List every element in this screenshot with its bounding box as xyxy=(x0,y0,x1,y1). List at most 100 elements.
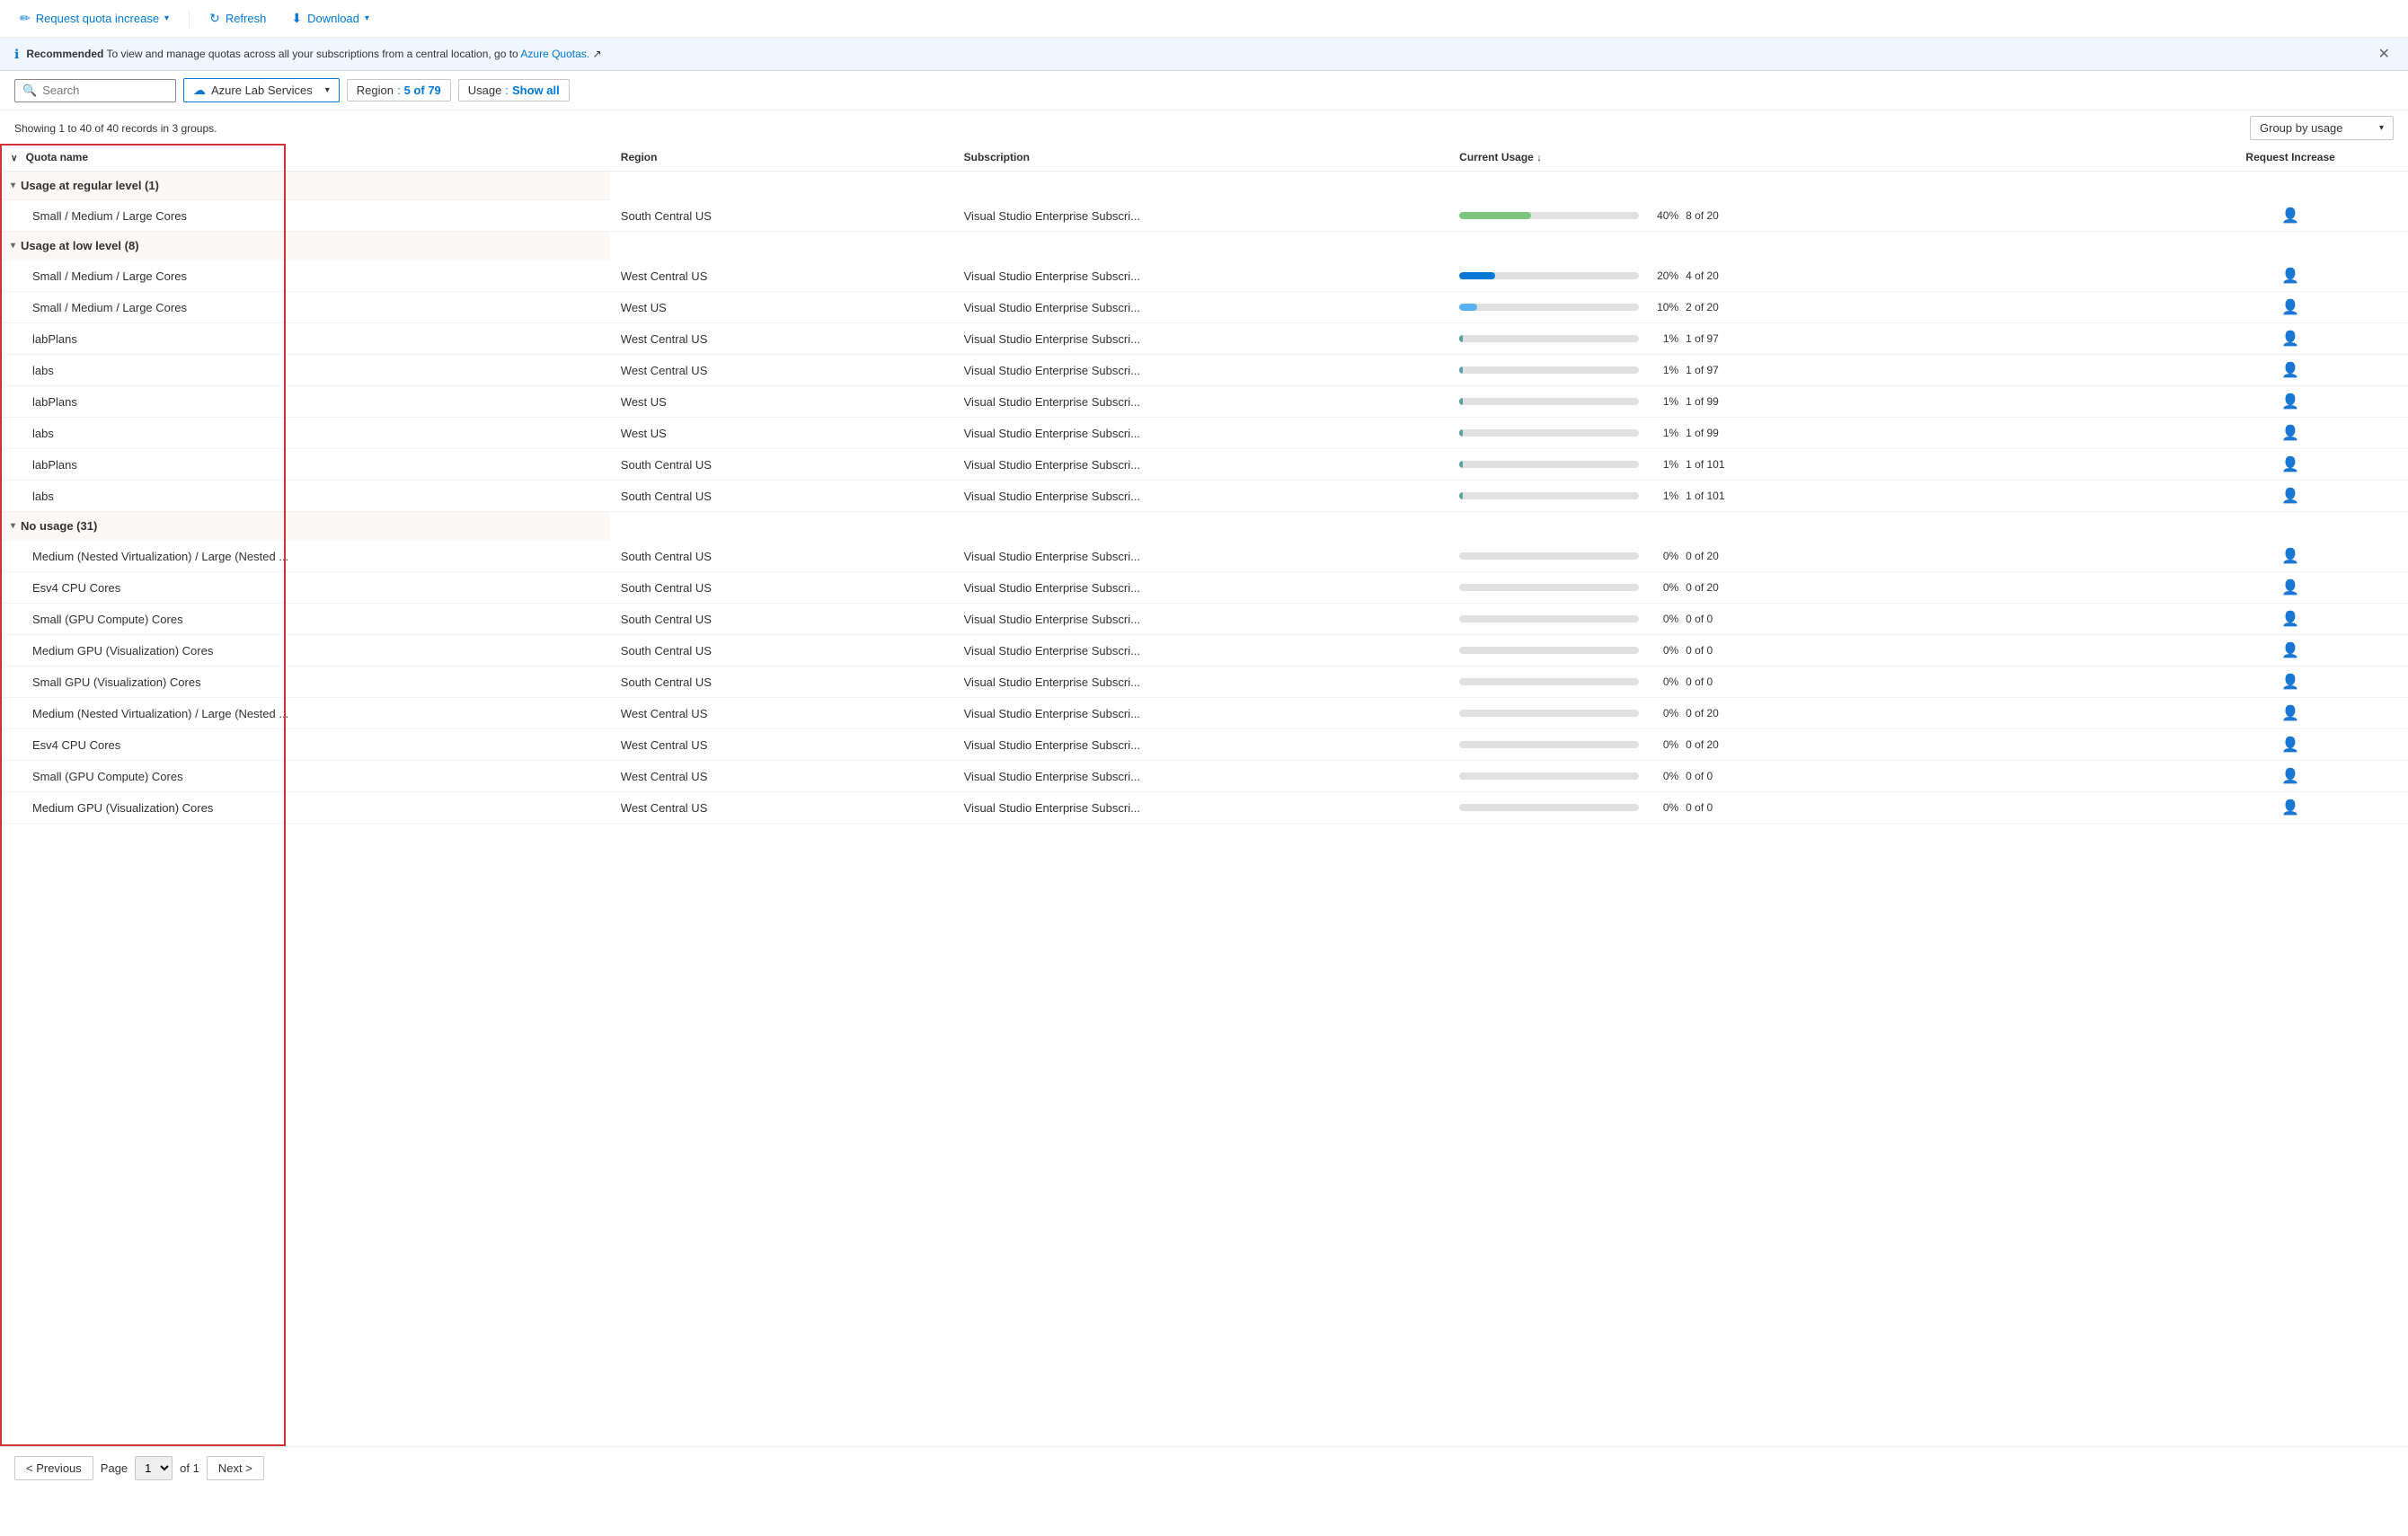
request-increase-cell[interactable]: 👤 xyxy=(2173,792,2408,824)
usage-bar-track xyxy=(1459,772,1639,780)
group-header-none[interactable]: ▾ No usage (31) xyxy=(0,512,2408,542)
request-person-icon[interactable]: 👤 xyxy=(2183,455,2397,473)
subscription-cell: Visual Studio Enterprise Subscri... xyxy=(953,200,1449,232)
request-increase-cell[interactable]: 👤 xyxy=(2173,729,2408,761)
request-increase-cell[interactable]: 👤 xyxy=(2173,698,2408,729)
request-person-icon[interactable]: 👤 xyxy=(2183,767,2397,785)
refresh-btn[interactable]: ↻ Refresh xyxy=(204,7,271,30)
request-person-icon[interactable]: 👤 xyxy=(2183,578,2397,596)
request-increase-cell[interactable]: 👤 xyxy=(2173,541,2408,572)
request-increase-cell[interactable]: 👤 xyxy=(2173,418,2408,449)
request-person-icon[interactable]: 👤 xyxy=(2183,267,2397,285)
request-person-icon[interactable]: 👤 xyxy=(2183,361,2397,379)
table-row: Small GPU (Visualization) Cores South Ce… xyxy=(0,666,2408,698)
chevron-icon: ▾ xyxy=(11,521,15,531)
usage-cell: 0% 0 of 0 xyxy=(1448,666,2173,698)
table-row: labPlans West US Visual Studio Enterpris… xyxy=(0,386,2408,418)
service-filter-dropdown[interactable]: ☁ Azure Lab Services ▾ xyxy=(183,78,340,102)
request-increase-cell[interactable]: 👤 xyxy=(2173,386,2408,418)
page-label: Page xyxy=(101,1461,128,1475)
request-person-icon[interactable]: 👤 xyxy=(2183,799,2397,817)
prev-btn[interactable]: < Previous xyxy=(14,1456,93,1480)
request-increase-cell[interactable]: 👤 xyxy=(2173,761,2408,792)
request-person-icon[interactable]: 👤 xyxy=(2183,330,2397,348)
usage-fraction: 0 of 20 xyxy=(1686,550,1719,562)
usage-bar-track xyxy=(1459,212,1639,219)
download-btn[interactable]: ⬇ Download ▾ xyxy=(286,7,375,30)
request-person-icon[interactable]: 👤 xyxy=(2183,704,2397,722)
table-row: Medium GPU (Visualization) Cores South C… xyxy=(0,635,2408,666)
quota-name-cell: Small / Medium / Large Cores xyxy=(0,292,610,323)
group-header-regular[interactable]: ▾ Usage at regular level (1) xyxy=(0,172,2408,201)
next-btn[interactable]: Next > xyxy=(207,1456,264,1480)
request-person-icon[interactable]: 👤 xyxy=(2183,393,2397,410)
search-input[interactable] xyxy=(42,84,150,97)
request-person-icon[interactable]: 👤 xyxy=(2183,547,2397,565)
quota-name-cell: Esv4 CPU Cores xyxy=(0,572,610,604)
quota-name-cell: Small / Medium / Large Cores xyxy=(0,200,610,232)
table-row: Small / Medium / Large Cores South Centr… xyxy=(0,200,2408,232)
usage-fraction: 1 of 97 xyxy=(1686,332,1719,345)
usage-pct: 0% xyxy=(1646,675,1678,688)
request-increase-cell[interactable]: 👤 xyxy=(2173,355,2408,386)
quota-name-cell: Small (GPU Compute) Cores xyxy=(0,604,610,635)
request-person-icon[interactable]: 👤 xyxy=(2183,736,2397,754)
request-increase-cell[interactable]: 👤 xyxy=(2173,200,2408,232)
subscription-cell: Visual Studio Enterprise Subscri... xyxy=(953,260,1449,292)
region-cell: West Central US xyxy=(610,729,953,761)
request-person-icon[interactable]: 👤 xyxy=(2183,641,2397,659)
request-person-icon[interactable]: 👤 xyxy=(2183,673,2397,691)
azure-quotas-link[interactable]: Azure Quotas. xyxy=(520,48,589,60)
request-increase-cell[interactable]: 👤 xyxy=(2173,572,2408,604)
request-person-icon[interactable]: 👤 xyxy=(2183,298,2397,316)
request-increase-cell[interactable]: 👤 xyxy=(2173,292,2408,323)
usage-fraction: 0 of 20 xyxy=(1686,581,1719,594)
request-person-icon[interactable]: 👤 xyxy=(2183,610,2397,628)
request-person-icon[interactable]: 👤 xyxy=(2183,424,2397,442)
region-filter-tag[interactable]: Region : 5 of 79 xyxy=(347,79,451,102)
chevron-down-icon: ▾ xyxy=(2379,123,2384,133)
toolbar: ✏ Request quota increase ▾ ↻ Refresh ⬇ D… xyxy=(0,0,2408,38)
group-header-low[interactable]: ▾ Usage at low level (8) xyxy=(0,232,2408,261)
quota-name-cell: labPlans xyxy=(0,323,610,355)
request-increase-cell[interactable]: 👤 xyxy=(2173,604,2408,635)
request-increase-cell[interactable]: 👤 xyxy=(2173,635,2408,666)
request-increase-cell[interactable]: 👤 xyxy=(2173,260,2408,292)
usage-cell: 20% 4 of 20 xyxy=(1448,260,2173,292)
request-increase-cell[interactable]: 👤 xyxy=(2173,666,2408,698)
request-increase-cell[interactable]: 👤 xyxy=(2173,481,2408,512)
quota-name-cell: labPlans xyxy=(0,449,610,481)
region-cell: South Central US xyxy=(610,449,953,481)
usage-filter-tag[interactable]: Usage : Show all xyxy=(458,79,570,102)
request-increase-cell[interactable]: 👤 xyxy=(2173,449,2408,481)
filter-bar: 🔍 ☁ Azure Lab Services ▾ Region : 5 of 7… xyxy=(0,71,2408,110)
usage-cell: 0% 0 of 20 xyxy=(1448,572,2173,604)
region-cell: West Central US xyxy=(610,355,953,386)
page-select[interactable]: 1 xyxy=(135,1456,173,1480)
subscription-cell: Visual Studio Enterprise Subscri... xyxy=(953,292,1449,323)
usage-bar-fill xyxy=(1459,335,1463,342)
region-cell: South Central US xyxy=(610,666,953,698)
group-by-dropdown[interactable]: Group by usage ▾ xyxy=(2250,116,2394,140)
usage-pct: 1% xyxy=(1646,490,1678,502)
col-request-increase: Request Increase xyxy=(2173,144,2408,172)
request-person-icon[interactable]: 👤 xyxy=(2183,487,2397,505)
recommendation-banner: ℹ Recommended To view and manage quotas … xyxy=(0,38,2408,71)
subscription-cell: Visual Studio Enterprise Subscri... xyxy=(953,604,1449,635)
info-icon: ℹ xyxy=(14,47,19,62)
usage-bar-track xyxy=(1459,552,1639,560)
subscription-cell: Visual Studio Enterprise Subscri... xyxy=(953,323,1449,355)
search-box[interactable]: 🔍 xyxy=(14,79,176,102)
banner-close-btn[interactable]: ✕ xyxy=(2375,45,2394,63)
request-person-icon[interactable]: 👤 xyxy=(2183,207,2397,225)
quota-name-cell: labs xyxy=(0,481,610,512)
quota-name-cell: labPlans xyxy=(0,386,610,418)
table-row: Small / Medium / Large Cores West US Vis… xyxy=(0,292,2408,323)
usage-cell: 0% 0 of 0 xyxy=(1448,635,2173,666)
usage-bar-track xyxy=(1459,804,1639,811)
request-quota-btn[interactable]: ✏ Request quota increase ▾ xyxy=(14,7,174,30)
download-icon: ⬇ xyxy=(291,11,302,26)
request-increase-cell[interactable]: 👤 xyxy=(2173,323,2408,355)
usage-bar-track xyxy=(1459,678,1639,685)
table-row: labPlans South Central US Visual Studio … xyxy=(0,449,2408,481)
